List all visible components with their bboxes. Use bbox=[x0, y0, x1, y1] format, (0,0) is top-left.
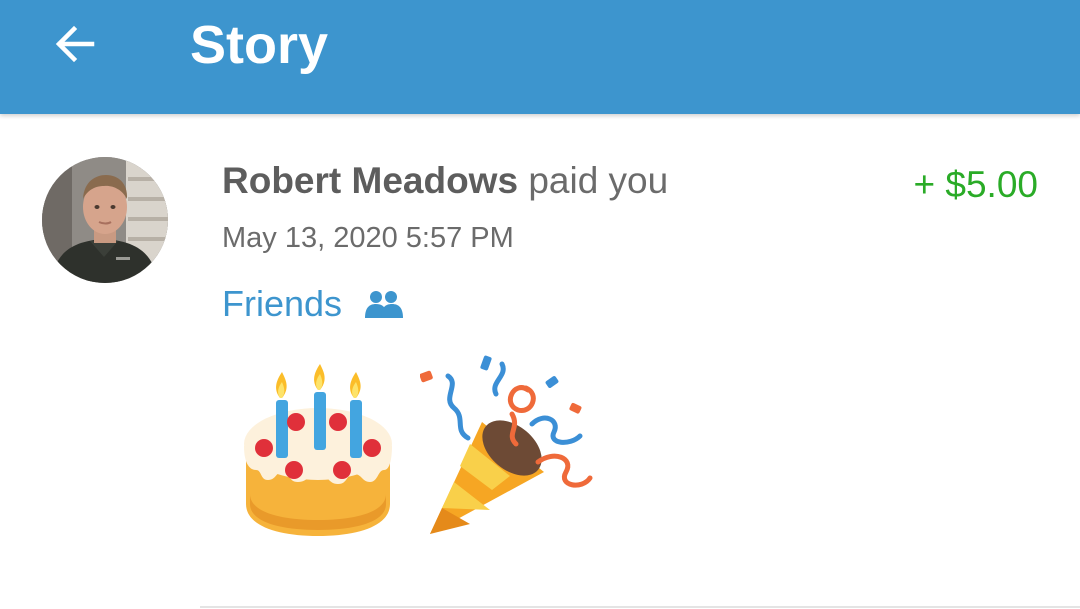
avatar-photo bbox=[42, 157, 168, 283]
birthday-cake-icon bbox=[244, 364, 392, 536]
payment-amount: + $5.00 bbox=[913, 164, 1038, 205]
avatar[interactable] bbox=[42, 157, 168, 283]
audience-setting[interactable]: Friends bbox=[222, 282, 404, 326]
app-bar: Story bbox=[0, 0, 1080, 114]
action-text: paid you bbox=[518, 160, 669, 201]
friends-icon bbox=[364, 289, 404, 319]
back-button[interactable] bbox=[48, 18, 100, 70]
page-title: Story bbox=[190, 15, 329, 75]
story-headline: Robert Meadows paid you bbox=[222, 158, 668, 204]
story-card: Robert Meadows paid you + $5.00 May 13, … bbox=[0, 114, 1080, 609]
story-note bbox=[238, 354, 596, 538]
audience-label: Friends bbox=[222, 283, 343, 324]
story-date: May 13, 2020 5:57 PM bbox=[222, 222, 514, 254]
arrow-left-icon bbox=[55, 25, 95, 63]
divider bbox=[200, 606, 1080, 608]
actor-name[interactable]: Robert Meadows bbox=[222, 160, 518, 201]
party-popper-icon bbox=[420, 355, 593, 534]
